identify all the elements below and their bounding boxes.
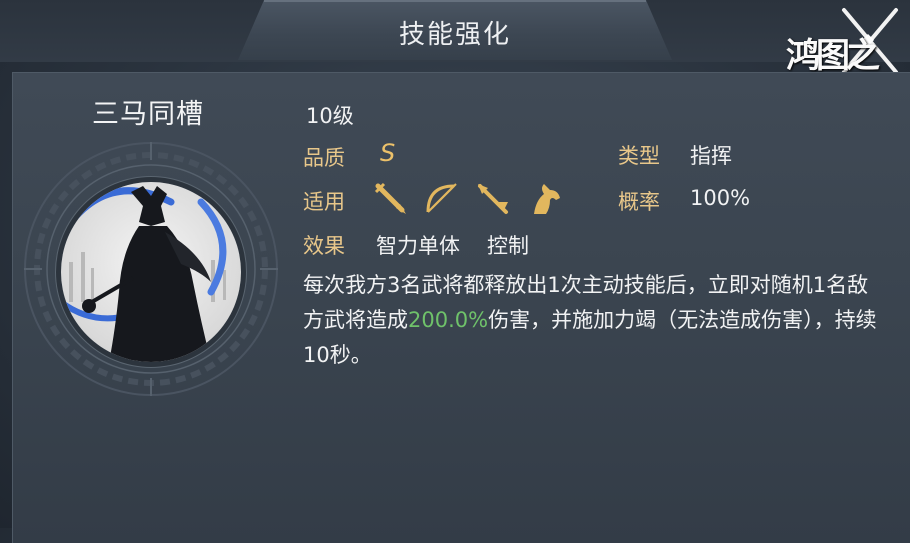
skill-portrait <box>61 182 241 362</box>
type-label: 类型 <box>618 144 660 168</box>
effect-target: 智力单体 <box>376 234 460 258</box>
damage-percent: 200.0% <box>408 308 489 332</box>
type-value: 指挥 <box>690 144 732 168</box>
skill-name: 三马同槽 <box>92 99 204 130</box>
game-logo: 鸿图之下 <box>784 6 902 125</box>
applicable-label: 适用 <box>303 190 345 214</box>
bow-icon <box>426 183 457 213</box>
horse-icon <box>534 184 560 214</box>
spear-icon <box>374 182 406 214</box>
quality-value: S <box>380 139 396 167</box>
effect-type: 控制 <box>487 234 529 258</box>
effect-label: 效果 <box>303 234 345 258</box>
halberd-icon <box>478 184 508 214</box>
rate-value: 100% <box>690 186 751 210</box>
skill-level: 10级 <box>306 104 354 128</box>
quality-label: 品质 <box>303 146 345 170</box>
rate-label: 概率 <box>618 190 660 214</box>
general-silhouette-icon <box>61 186 227 362</box>
page-title: 技能强化 <box>398 20 511 50</box>
skill-description: 每次我方3名武将都释放出1次主动技能后，立即对随机1名敌方武将造成200.0%伤… <box>303 268 883 373</box>
